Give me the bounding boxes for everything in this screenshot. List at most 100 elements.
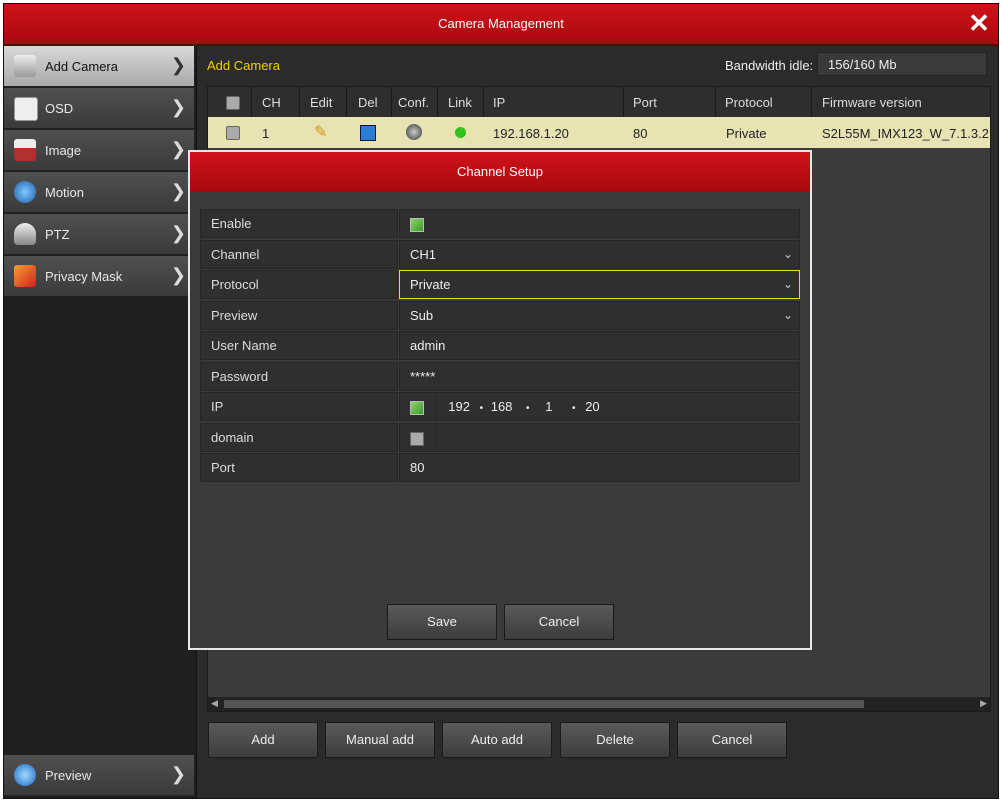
protocol-label: Protocol (200, 270, 398, 299)
chevron-down-icon: ⌄ (782, 277, 793, 291)
ip-label: IP (200, 392, 398, 421)
channel-label: Channel (200, 240, 398, 269)
window-title: Camera Management (438, 16, 564, 31)
cell-ch: 1 (262, 126, 270, 141)
close-icon[interactable]: ✕ (968, 10, 990, 36)
chevron-right-icon: ❯ (170, 97, 186, 117)
col-ch: CH (262, 95, 281, 110)
protocol-select[interactable]: Private ⌄ (399, 270, 800, 299)
manual-add-button[interactable]: Manual add (325, 722, 435, 758)
chevron-right-icon: ❯ (170, 139, 186, 159)
col-conf: Conf. (398, 95, 430, 110)
col-link: Link (448, 95, 472, 110)
col-firmware: Firmware version (822, 95, 922, 110)
row-checkbox[interactable] (226, 126, 240, 140)
scroll-left-icon[interactable]: ◀ (211, 698, 218, 709)
domain-field (399, 423, 800, 453)
edit-pencil-icon[interactable]: ✎ (314, 122, 327, 142)
sidebar: Add Camera ❯ OSD ❯ Image ❯ Motion ❯ PTZ … (4, 46, 197, 798)
table-row[interactable]: 1 ✎ 192.168.1.20 80 Private S2L55M_IMX12… (208, 117, 990, 148)
channel-setup-dialog: Channel Setup Enable Channel CH1 ⌄ Protoc… (188, 150, 812, 650)
channel-select[interactable]: CH1 ⌄ (399, 240, 800, 269)
enable-label: Enable (200, 209, 398, 238)
password-input[interactable]: ***** (399, 362, 800, 391)
preview-value: Sub (410, 308, 434, 323)
osd-icon (14, 97, 38, 121)
sidebar-item-label: Motion (45, 185, 85, 200)
cell-protocol: Private (726, 126, 767, 141)
ip-checkbox[interactable] (410, 400, 424, 415)
image-icon (14, 139, 36, 161)
channel-value: CH1 (410, 247, 437, 262)
cell-firmware: S2L55M_IMX123_W_7.1.3.2 (822, 126, 989, 141)
sidebar-item-label: Image (45, 143, 82, 158)
scroll-right-icon[interactable]: ▶ (980, 698, 987, 709)
ip-dot: • (526, 403, 530, 414)
bandwidth-value: 156/160 Mb (817, 52, 987, 76)
sidebar-item-osd[interactable]: OSD ❯ (4, 88, 194, 129)
preview-select[interactable]: Sub ⌄ (399, 301, 800, 330)
protocol-row: Protocol Private ⌄ (200, 270, 800, 299)
config-camera-icon[interactable] (406, 124, 422, 140)
select-all-checkbox[interactable] (226, 96, 240, 110)
col-edit: Edit (310, 95, 333, 110)
port-label: Port (200, 453, 398, 482)
sidebar-item-label: PTZ (45, 227, 70, 242)
scrollbar-thumb[interactable] (224, 700, 864, 708)
domain-checkbox[interactable] (410, 431, 424, 446)
sidebar-item-label: Preview (45, 768, 92, 783)
ptz-icon (14, 223, 36, 245)
username-label: User Name (200, 331, 398, 360)
ip-octet-3[interactable]: 1 (545, 399, 552, 414)
add-button[interactable]: Add (208, 722, 318, 758)
table-header: CH Edit Del Conf. Link IP Port Protocol … (208, 87, 990, 117)
sidebar-item-add-camera[interactable]: Add Camera ❯ (4, 46, 194, 87)
sidebar-item-label: Add Camera (45, 59, 118, 74)
delete-trash-icon[interactable] (360, 125, 376, 141)
domain-row: domain (200, 423, 800, 453)
preview-icon (14, 764, 36, 786)
protocol-value: Private (410, 277, 451, 292)
preview-label: Preview (200, 301, 398, 330)
sidebar-item-image[interactable]: Image ❯ (4, 130, 194, 171)
preview-row: Preview Sub ⌄ (200, 301, 800, 330)
chevron-down-icon: ⌄ (782, 247, 793, 261)
ip-row: IP 192 • 168 • 1 • 20 (200, 392, 800, 422)
sidebar-item-label: OSD (45, 101, 74, 116)
domain-label: domain (200, 423, 398, 452)
ip-octet-2[interactable]: 168 (491, 399, 513, 414)
sidebar-item-motion[interactable]: Motion ❯ (4, 172, 194, 213)
username-input[interactable]: admin (399, 331, 800, 360)
chevron-right-icon: ❯ (170, 181, 186, 201)
chevron-right-icon: ❯ (170, 55, 186, 75)
sidebar-item-ptz[interactable]: PTZ ❯ (4, 214, 194, 255)
delete-button[interactable]: Delete (560, 722, 670, 758)
port-input[interactable]: 80 (399, 453, 800, 482)
username-row: User Name admin (200, 331, 800, 360)
password-row: Password ***** (200, 362, 800, 391)
ip-octet-4[interactable]: 20 (585, 399, 599, 414)
enable-checkbox[interactable] (410, 217, 424, 232)
horizontal-scrollbar[interactable]: ◀ ▶ (208, 697, 990, 711)
cancel-button[interactable]: Cancel (677, 722, 787, 758)
cell-port: 80 (633, 126, 648, 141)
chevron-down-icon: ⌄ (782, 308, 793, 322)
chevron-right-icon: ❯ (170, 265, 186, 285)
ip-dot: • (572, 403, 576, 414)
col-protocol: Protocol (725, 95, 773, 110)
save-button[interactable]: Save (387, 604, 497, 640)
title-bar: Camera Management ✕ (4, 4, 998, 46)
channel-row: Channel CH1 ⌄ (200, 240, 800, 269)
col-del: Del (358, 95, 378, 110)
col-port: Port (633, 95, 657, 110)
ip-octet-1[interactable]: 192 (448, 399, 470, 414)
sidebar-item-label: Privacy Mask (45, 269, 123, 284)
dialog-cancel-button[interactable]: Cancel (504, 604, 614, 640)
ip-dot: • (479, 403, 484, 414)
privacy-mask-icon (14, 265, 36, 287)
auto-add-button[interactable]: Auto add (442, 722, 552, 758)
sidebar-item-preview[interactable]: Preview ❯ (4, 755, 194, 796)
col-ip: IP (493, 95, 506, 110)
chevron-right-icon: ❯ (170, 223, 186, 243)
sidebar-item-privacy-mask[interactable]: Privacy Mask ❯ (4, 256, 194, 297)
